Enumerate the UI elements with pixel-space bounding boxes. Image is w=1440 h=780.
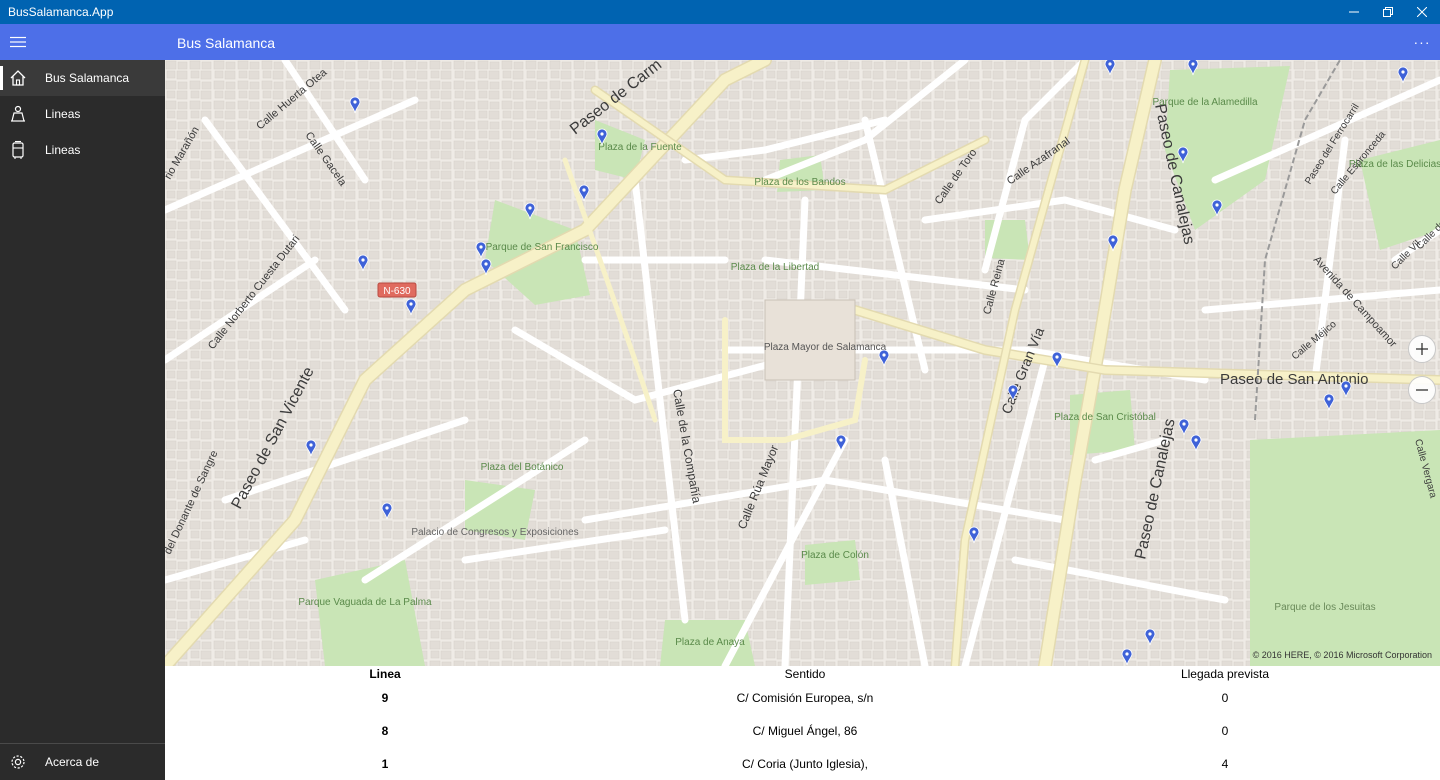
place-label: Palacio de Congresos y Exposiciones bbox=[411, 527, 578, 538]
plus-icon bbox=[1416, 343, 1428, 355]
pin-dot bbox=[353, 100, 357, 104]
pin-dot bbox=[409, 302, 413, 306]
more-options-button[interactable]: ··· bbox=[1404, 24, 1440, 60]
pin-dot bbox=[839, 438, 843, 442]
cell-linea: 1 bbox=[381, 757, 389, 771]
pin-dot bbox=[972, 530, 976, 534]
restore-icon bbox=[1383, 7, 1393, 17]
pin-dot bbox=[1191, 62, 1195, 66]
sidebar-item-label: Lineas bbox=[45, 107, 81, 121]
home-icon bbox=[10, 70, 26, 86]
window-titlebar: BusSalamanca.App bbox=[0, 0, 1440, 24]
sidebar-item-label: Bus Salamanca bbox=[45, 71, 130, 85]
road-badge-n630: N-630 bbox=[377, 282, 417, 298]
plaza-mayor-square bbox=[764, 299, 856, 381]
minimize-button[interactable] bbox=[1337, 0, 1371, 24]
hamburger-icon bbox=[10, 36, 26, 48]
hamburger-menu-button[interactable] bbox=[0, 24, 36, 60]
zoom-in-button[interactable] bbox=[1408, 335, 1436, 363]
map-view[interactable]: N-630 Paseo de Carm Paseo de Canalejas P… bbox=[165, 60, 1440, 666]
pin-dot bbox=[1215, 203, 1219, 207]
close-icon bbox=[1417, 7, 1427, 17]
sidebar-item-lineas[interactable]: Lineas bbox=[0, 96, 165, 132]
person-icon bbox=[11, 105, 25, 122]
place-label: Plaza de San Cristóbal bbox=[1054, 412, 1156, 423]
place-label: Plaza Mayor de Salamanca bbox=[764, 342, 887, 353]
column-header-sentido: Sentido bbox=[784, 667, 826, 681]
more-icon: ··· bbox=[1413, 34, 1431, 50]
pin-dot bbox=[484, 262, 488, 266]
pin-dot bbox=[1194, 438, 1198, 442]
cell-linea: 8 bbox=[381, 724, 389, 738]
pin-dot bbox=[1181, 150, 1185, 154]
pin-dot bbox=[1055, 355, 1059, 359]
place-label: Parque Vaguada de La Palma bbox=[298, 597, 432, 608]
place-label: Plaza de los Bandos bbox=[754, 177, 845, 188]
pin-dot bbox=[1401, 70, 1405, 74]
pin-dot bbox=[882, 353, 886, 357]
restore-button[interactable] bbox=[1371, 0, 1405, 24]
sidebar: Bus Salamanca Lineas Lineas Acerca de bbox=[0, 60, 165, 780]
place-label: Plaza de las Delicias bbox=[1349, 159, 1440, 170]
cell-llegada: 0 bbox=[1221, 724, 1229, 738]
place-label: Plaza de la Fuente bbox=[598, 142, 682, 153]
sidebar-item-lineas-bus[interactable]: Lineas bbox=[0, 132, 165, 168]
cell-linea: 9 bbox=[381, 691, 389, 705]
cell-llegada: 4 bbox=[1221, 757, 1229, 771]
sidebar-item-bus-salamanca[interactable]: Bus Salamanca bbox=[0, 60, 165, 96]
sidebar-item-label: Lineas bbox=[45, 143, 81, 157]
pin-dot bbox=[1125, 652, 1129, 656]
cell-sentido: C/ Miguel Ángel, 86 bbox=[752, 724, 858, 738]
place-label: Parque de la Alamedilla bbox=[1152, 97, 1258, 108]
cell-sentido: C/ Comisión Europea, s/n bbox=[736, 691, 874, 705]
gear-icon bbox=[11, 755, 25, 769]
place-label: Plaza de Colón bbox=[801, 550, 869, 561]
minus-icon bbox=[1416, 389, 1428, 391]
pin-dot bbox=[361, 258, 365, 262]
page-title: Bus Salamanca bbox=[177, 35, 276, 51]
pin-dot bbox=[528, 206, 532, 210]
sidebar-item-label: Acerca de bbox=[45, 755, 100, 769]
bus-icon bbox=[12, 140, 24, 159]
place-label: Plaza del Botánico bbox=[481, 462, 564, 473]
pin-dot bbox=[309, 443, 313, 447]
pin-dot bbox=[1327, 397, 1331, 401]
window-title: BusSalamanca.App bbox=[8, 5, 114, 19]
app-header: Bus Salamanca ··· bbox=[0, 24, 1440, 60]
column-header-llegada: Llegada prevista bbox=[1180, 667, 1270, 681]
column-header-linea: Linea bbox=[369, 667, 401, 681]
place-label: Plaza de Anaya bbox=[675, 637, 745, 648]
pin-dot bbox=[1011, 388, 1015, 392]
pin-dot bbox=[479, 245, 483, 249]
minimize-icon bbox=[1349, 11, 1359, 13]
place-label: Plaza de la Libertad bbox=[731, 262, 819, 273]
map-canvas[interactable]: N-630 Paseo de Carm Paseo de Canalejas P… bbox=[165, 60, 1440, 666]
pin-dot bbox=[1182, 422, 1186, 426]
place-label: Parque de los Jesuitas bbox=[1274, 602, 1375, 613]
cell-sentido: C/ Coria (Junto Iglesia), bbox=[741, 757, 869, 771]
pin-dot bbox=[1344, 384, 1348, 388]
pin-dot bbox=[582, 188, 586, 192]
pin-dot bbox=[600, 132, 604, 136]
pin-dot bbox=[385, 506, 389, 510]
arrivals-table: Linea Sentido Llegada prevista 9 C/ Comi… bbox=[165, 666, 1440, 780]
sidebar-item-about[interactable]: Acerca de bbox=[0, 744, 165, 780]
pin-dot bbox=[1148, 632, 1152, 636]
pin-dot bbox=[1108, 62, 1112, 66]
place-label: Parque de San Francisco bbox=[486, 242, 599, 253]
road-badge-label: N-630 bbox=[383, 286, 411, 297]
cell-llegada: 0 bbox=[1221, 691, 1229, 705]
close-button[interactable] bbox=[1405, 0, 1439, 24]
map-copyright: © 2016 HERE, © 2016 Microsoft Corporatio… bbox=[1252, 650, 1432, 660]
pin-dot bbox=[1111, 238, 1115, 242]
zoom-out-button[interactable] bbox=[1408, 376, 1436, 404]
